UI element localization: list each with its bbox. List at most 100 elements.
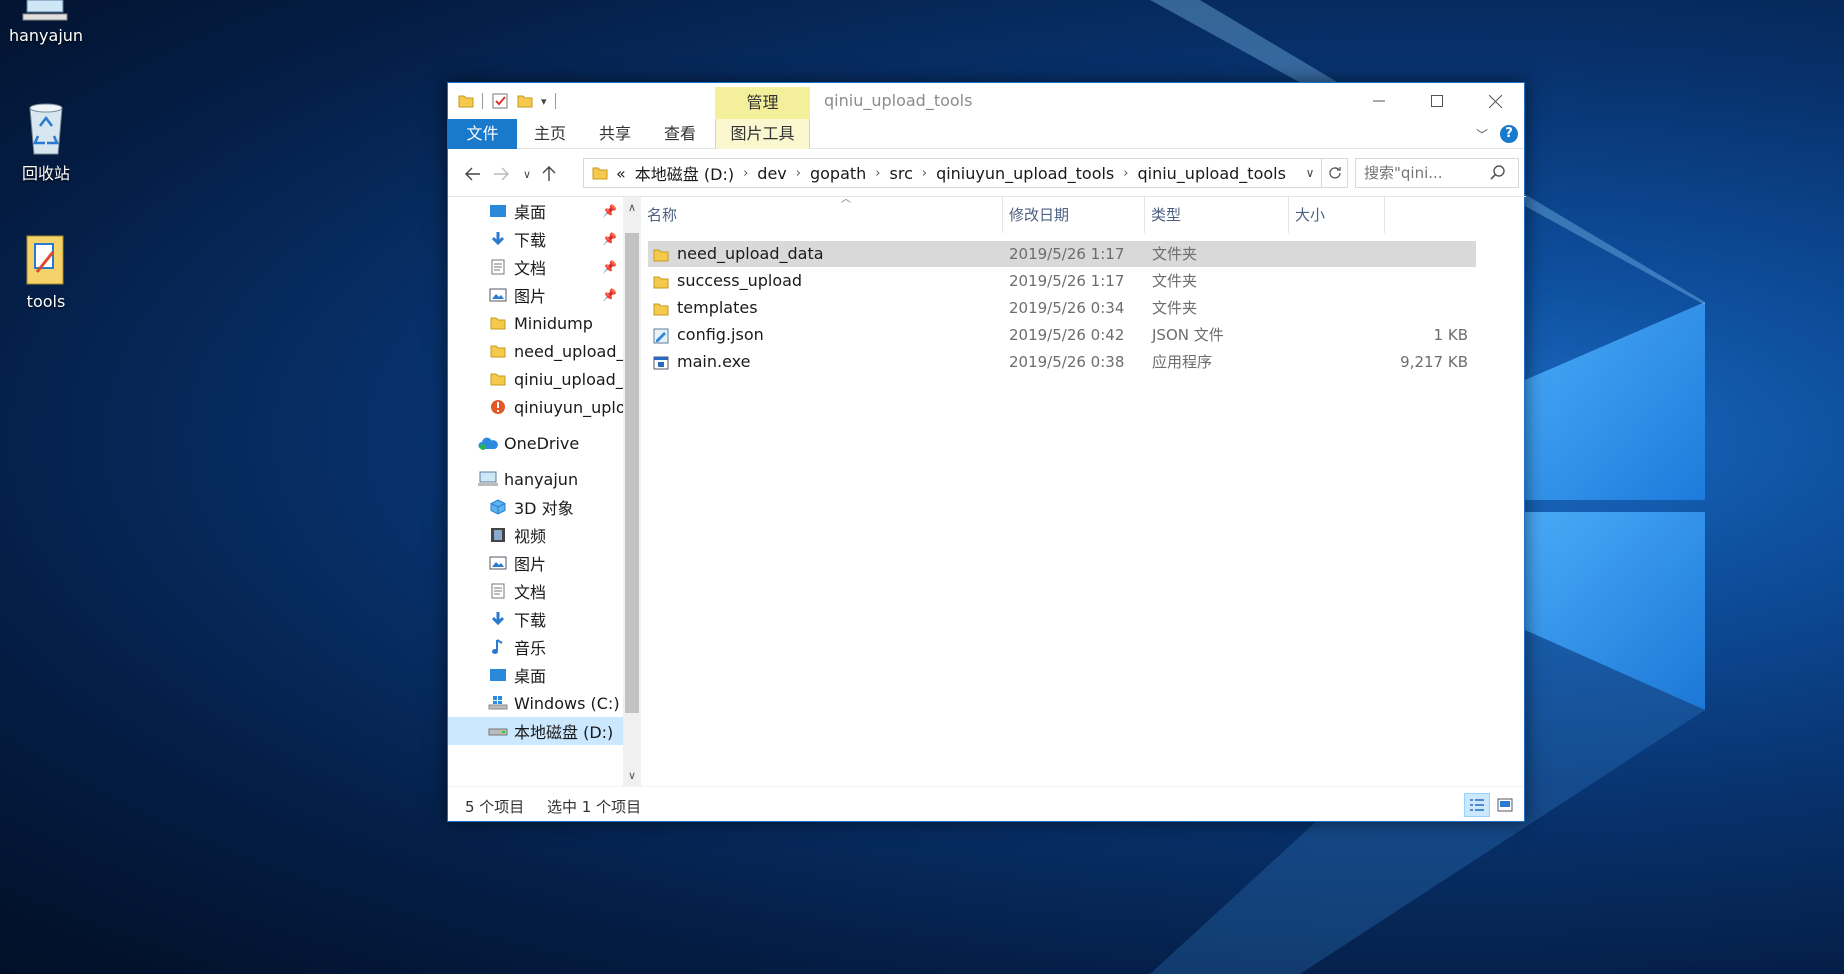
column-header-size[interactable]: 大小 [1289,197,1385,233]
file-row[interactable]: templates 2019/5/26 0:34 文件夹 [648,295,1476,321]
breadcrumb-item[interactable]: dev [757,164,786,183]
chevron-right-icon[interactable]: › [875,166,880,181]
file-name-cell: config.json [653,322,764,348]
chevron-right-icon[interactable]: › [922,166,927,181]
nav-item-3d-objects[interactable]: 3D 对象 [448,493,623,521]
nav-item-label: 桌面 [514,667,547,686]
document-icon [488,258,508,276]
scroll-up-icon[interactable]: ∧ [623,201,641,214]
desktop-icon-recycle-bin[interactable]: 回收站 [0,100,92,184]
nav-item-downloads-pc[interactable]: 下载 [448,605,623,633]
expand-ribbon-icon[interactable]: ﹀ [1476,126,1488,143]
scrollbar-thumb[interactable] [625,233,639,713]
file-size [1298,295,1468,321]
column-header-date[interactable]: 修改日期 [1003,197,1145,233]
maximize-button[interactable] [1408,83,1466,119]
properties-icon[interactable] [491,92,509,110]
arrow-left-icon [465,167,480,181]
file-type: JSON 文件 [1152,326,1224,344]
nav-item-label: need_upload_d [514,341,623,361]
customize-toolbar-icon[interactable]: ▾ [541,95,547,108]
refresh-button[interactable] [1321,159,1347,187]
address-bar[interactable]: « 本地磁盘 (D:) › dev › gopath › src › qiniu… [583,158,1348,188]
column-header-name[interactable]: 名称 [641,197,1003,233]
address-dropdown-icon[interactable]: ∨ [1299,166,1321,180]
nav-item-videos[interactable]: 视频 [448,521,623,549]
file-row[interactable]: main.exe 2019/5/26 0:38 应用程序 9,217 KB [648,349,1476,375]
file-type: 文件夹 [1152,245,1198,263]
nav-item-label: 音乐 [514,639,547,658]
breadcrumb-item[interactable]: 本地磁盘 (D:) [635,161,734,185]
address-toolbar: ∨ « 本地磁盘 (D:) › dev › gopath › src › qin… [448,155,1524,191]
nav-item-drive-d[interactable]: 本地磁盘 (D:) [448,717,623,745]
maximize-icon [1431,95,1443,107]
file-row[interactable]: success_upload 2019/5/26 1:17 文件夹 [648,268,1476,294]
video-icon [488,526,508,544]
breadcrumb-item[interactable]: src [890,164,913,183]
file-size: 1 KB [1433,326,1468,344]
tab-file[interactable]: 文件 [448,119,517,149]
chevron-right-icon[interactable]: › [1123,166,1128,181]
breadcrumb-overflow[interactable]: « [616,164,626,183]
search-icon[interactable] [1490,165,1506,181]
file-date: 2019/5/26 0:38 [1009,353,1125,371]
up-button[interactable] [536,161,562,187]
nav-item-need-upload[interactable]: need_upload_d [448,337,623,365]
nav-item-desktop[interactable]: 桌面 📌 [448,197,623,225]
nav-item-label: 图片 [514,555,547,574]
breadcrumb-item[interactable]: qiniuyun_upload_tools [936,164,1114,183]
pin-icon[interactable]: 📌 [602,260,617,274]
forward-button[interactable] [488,161,514,187]
tab-share[interactable]: 共享 [583,119,647,149]
close-button[interactable] [1466,83,1524,119]
file-row[interactable]: need_upload_data 2019/5/26 1:17 文件夹 [648,241,1476,267]
large-icons-view-button[interactable] [1492,793,1518,817]
file-name: config.json [677,325,764,344]
nav-item-onedrive[interactable]: OneDrive [448,429,623,457]
desktop-icon-tools[interactable]: tools [0,232,92,311]
pin-icon[interactable]: 📌 [602,204,617,218]
nav-item-drive-c[interactable]: Windows (C:) [448,689,623,717]
new-folder-icon[interactable] [517,93,533,109]
details-view-icon [1470,799,1484,811]
tab-picture-tools[interactable]: 图片工具 [715,119,810,149]
desktop-icon-label: tools [26,292,66,311]
help-icon[interactable]: ? [1500,125,1518,143]
file-type: 文件夹 [1152,299,1198,317]
window-title: qiniu_upload_tools [824,91,973,110]
chevron-right-icon[interactable]: › [743,166,748,181]
scroll-down-icon[interactable]: ∨ [623,769,641,782]
nav-item-minidump[interactable]: Minidump [448,309,623,337]
desktop-icon-hanyajun[interactable]: hanyajun [0,0,92,45]
back-button[interactable] [460,161,486,187]
nav-item-this-pc[interactable]: hanyajun [448,465,623,493]
nav-item-pictures[interactable]: 图片 📌 [448,281,623,309]
pin-icon[interactable]: 📌 [602,232,617,246]
file-name-cell: templates [653,295,758,321]
breadcrumb-item[interactable]: gopath [810,164,866,183]
file-name: success_upload [677,271,803,290]
breadcrumb-item[interactable]: qiniu_upload_tools [1137,164,1285,183]
column-header-type[interactable]: 类型 [1145,197,1289,233]
download-icon [488,610,508,628]
nav-item-downloads[interactable]: 下载 📌 [448,225,623,253]
details-view-button[interactable] [1464,793,1490,817]
nav-item-documents-pc[interactable]: 文档 [448,577,623,605]
nav-item-pictures-pc[interactable]: 图片 [448,549,623,577]
arrow-up-icon [542,166,556,181]
nav-item-music[interactable]: 音乐 [448,633,623,661]
chevron-right-icon[interactable]: › [796,166,801,181]
file-size [1298,268,1468,294]
nav-item-qiniuyun-upload[interactable]: qiniuyun_uploa [448,393,623,421]
pin-icon[interactable]: 📌 [602,288,617,302]
nav-scrollbar[interactable]: ∧ ∨ [623,197,641,786]
file-row[interactable]: config.json 2019/5/26 0:42 JSON 文件 1 KB [648,322,1476,348]
minimize-button[interactable] [1350,83,1408,119]
tab-view[interactable]: 查看 [647,119,713,149]
exe-file-icon [653,356,669,369]
nav-item-qiniu-upload-tools[interactable]: qiniu_upload_t [448,365,623,393]
nav-item-documents[interactable]: 文档 📌 [448,253,623,281]
desktop-icon-label: hanyajun [8,26,84,45]
nav-item-desktop-pc[interactable]: 桌面 [448,661,623,689]
tab-home[interactable]: 主页 [517,119,583,149]
